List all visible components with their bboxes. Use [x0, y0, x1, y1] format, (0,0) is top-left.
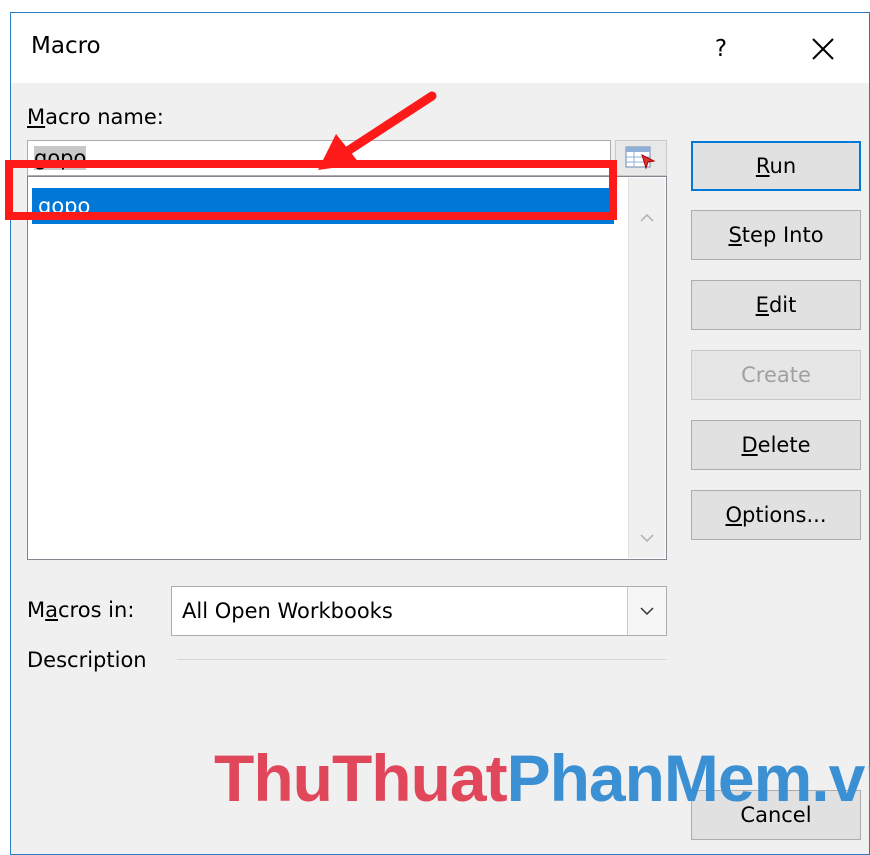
macro-name-input[interactable]: gopo: [27, 140, 611, 176]
range-select-icon: [625, 146, 656, 170]
collapse-dialog-button[interactable]: [615, 140, 667, 176]
dialog-title: Macro: [31, 33, 101, 59]
delete-button[interactable]: Delete: [691, 420, 861, 470]
create-button[interactable]: Create: [691, 350, 861, 400]
close-button[interactable]: [801, 29, 845, 69]
description-divider: [177, 659, 667, 660]
run-button[interactable]: Run: [691, 141, 861, 191]
help-button[interactable]: ?: [701, 29, 741, 69]
close-icon: [812, 38, 834, 60]
macros-in-select[interactable]: All Open Workbooks: [171, 586, 667, 636]
list-item[interactable]: gopo: [32, 188, 614, 224]
chevron-down-icon: [640, 607, 654, 616]
macro-list[interactable]: gopo: [27, 176, 667, 560]
list-scrollbar[interactable]: [628, 178, 665, 558]
macros-in-label: Macros in:: [27, 598, 135, 622]
options-button[interactable]: Options...: [691, 490, 861, 540]
step-into-button[interactable]: Step Into: [691, 210, 861, 260]
title-bar: Macro ?: [11, 13, 869, 83]
description-label: Description: [27, 648, 147, 672]
chevron-down-icon[interactable]: [637, 528, 657, 548]
chevron-up-icon[interactable]: [637, 208, 657, 228]
dropdown-button[interactable]: [627, 587, 666, 635]
macro-name-label: Macro name:: [27, 105, 164, 129]
macro-dialog: Macro ? Macro name: gopo gopo Run Step I…: [10, 12, 870, 855]
macros-in-value: All Open Workbooks: [182, 599, 393, 623]
edit-button[interactable]: Edit: [691, 280, 861, 330]
cancel-button[interactable]: Cancel: [691, 790, 861, 840]
